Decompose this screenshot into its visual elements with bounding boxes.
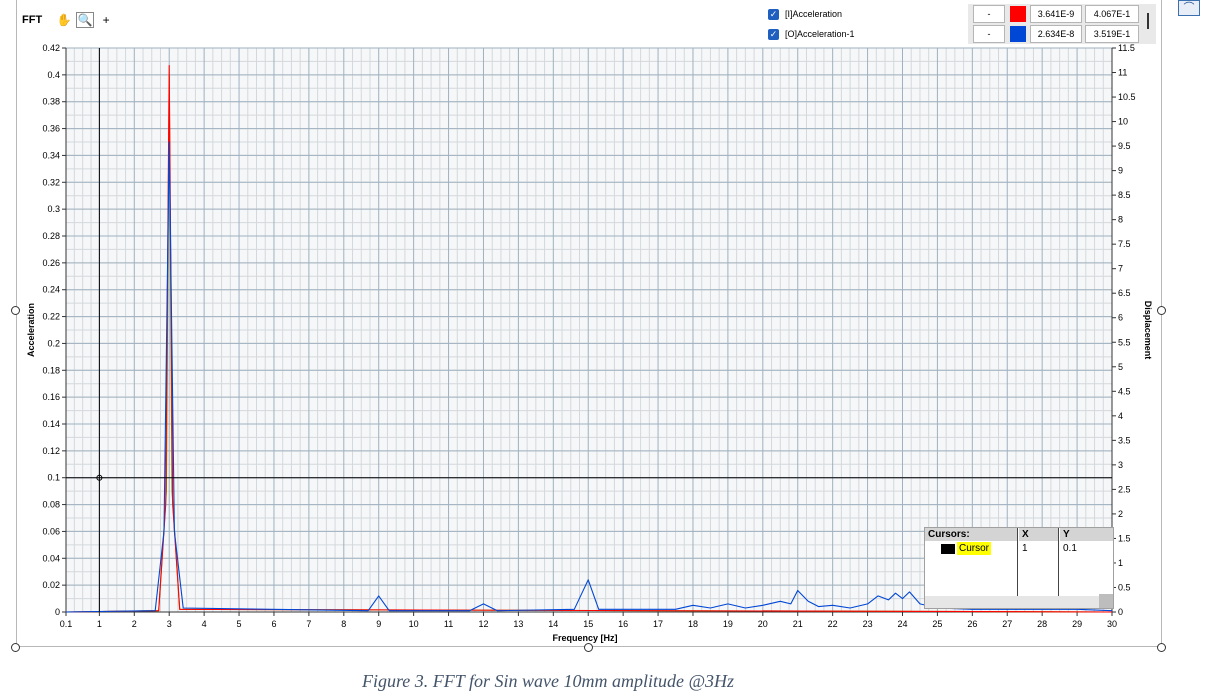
x-tick-label: 1 bbox=[97, 619, 102, 629]
x-tick-label: 11 bbox=[444, 619, 453, 629]
y-tick-label: 0.24 bbox=[42, 285, 60, 295]
y2-tick-label: 9.5 bbox=[1118, 141, 1131, 151]
y2-tick-label: 11 bbox=[1118, 68, 1127, 78]
y-tick-label: 0.1 bbox=[47, 473, 60, 483]
x-tick-label: 27 bbox=[1002, 619, 1012, 629]
x-tick-label: 17 bbox=[653, 619, 663, 629]
y-tick-label: 0.38 bbox=[42, 97, 60, 107]
y2-tick-label: 2 bbox=[1118, 509, 1123, 519]
y2-axis-label: Displacement bbox=[1143, 301, 1153, 360]
y-tick-label: 0.12 bbox=[42, 446, 60, 456]
y-tick-label: 0.26 bbox=[42, 258, 60, 268]
cursor-y-value: 0.1 bbox=[1063, 543, 1077, 554]
y-tick-label: 0.06 bbox=[42, 526, 60, 536]
x-tick-label: 14 bbox=[548, 619, 558, 629]
y2-tick-label: 5 bbox=[1118, 362, 1123, 372]
x-tick-label: 28 bbox=[1037, 619, 1047, 629]
cursor-color-swatch bbox=[941, 544, 955, 554]
x-tick-label: 18 bbox=[688, 619, 698, 629]
x-tick-label: 19 bbox=[723, 619, 733, 629]
cursor-table-scroll-area bbox=[925, 596, 1113, 608]
cursor-header-x: X bbox=[1019, 528, 1058, 541]
y2-tick-label: 4 bbox=[1118, 411, 1123, 421]
y-tick-label: 0 bbox=[55, 607, 60, 617]
y-tick-label: 0.32 bbox=[42, 177, 60, 187]
x-tick-label: 9 bbox=[376, 619, 381, 629]
y-tick-label: 0.18 bbox=[42, 365, 60, 375]
x-tick-label: 21 bbox=[793, 619, 803, 629]
y-tick-label: 0.22 bbox=[42, 312, 60, 322]
column-separator bbox=[1058, 528, 1059, 596]
x-tick-label: 8 bbox=[341, 619, 346, 629]
y-tick-label: 0.28 bbox=[42, 231, 60, 241]
y2-tick-label: 1.5 bbox=[1118, 533, 1131, 543]
x-tick-label: 2 bbox=[132, 619, 137, 629]
cursor-header-name: Cursors: bbox=[925, 528, 1017, 541]
y2-tick-label: 1 bbox=[1118, 558, 1123, 568]
x-tick-label: 10 bbox=[409, 619, 419, 629]
cursor-table-scrollbar[interactable] bbox=[1099, 594, 1113, 608]
cursor-header-y: Y bbox=[1060, 528, 1113, 541]
y2-tick-label: 7.5 bbox=[1118, 239, 1131, 249]
y-tick-label: 0.14 bbox=[42, 419, 60, 429]
x-tick-label: 3 bbox=[167, 619, 172, 629]
y-tick-label: 0.08 bbox=[42, 500, 60, 510]
x-tick-label: 0.1 bbox=[60, 619, 73, 629]
x-tick-label: 20 bbox=[758, 619, 768, 629]
y2-tick-label: 4.5 bbox=[1118, 386, 1131, 396]
y2-tick-label: 6 bbox=[1118, 313, 1123, 323]
x-tick-label: 30 bbox=[1107, 619, 1117, 629]
y2-tick-label: 7 bbox=[1118, 264, 1123, 274]
y-axis-label: Acceleration bbox=[26, 303, 36, 357]
y-tick-label: 0.42 bbox=[42, 43, 60, 53]
y2-tick-label: 11.5 bbox=[1118, 43, 1135, 53]
x-tick-label: 13 bbox=[513, 619, 523, 629]
y-tick-label: 0.4 bbox=[47, 70, 60, 80]
x-tick-label: 25 bbox=[932, 619, 942, 629]
y2-tick-label: 0.5 bbox=[1118, 582, 1131, 592]
y2-tick-label: 2.5 bbox=[1118, 484, 1131, 494]
y2-tick-label: 0 bbox=[1118, 607, 1123, 617]
y-tick-label: 0.3 bbox=[47, 204, 60, 214]
cursor-table: Cursors: X Y Cursor 1 0.1 bbox=[924, 527, 1114, 609]
y-tick-label: 0.04 bbox=[42, 553, 60, 563]
cursor-name[interactable]: Cursor bbox=[957, 542, 992, 555]
x-tick-label: 12 bbox=[478, 619, 488, 629]
x-tick-label: 24 bbox=[897, 619, 907, 629]
x-tick-label: 29 bbox=[1072, 619, 1082, 629]
y-tick-label: 0.02 bbox=[42, 580, 60, 590]
y2-tick-label: 8 bbox=[1118, 215, 1123, 225]
y-tick-label: 0.34 bbox=[42, 150, 60, 160]
cursor-x-value: 1 bbox=[1022, 543, 1028, 554]
column-separator bbox=[1017, 528, 1018, 596]
y-tick-label: 0.2 bbox=[47, 338, 60, 348]
figure-caption: Figure 3. FFT for Sin wave 10mm amplitud… bbox=[361, 671, 735, 691]
x-tick-label: 6 bbox=[271, 619, 276, 629]
x-tick-label: 4 bbox=[202, 619, 207, 629]
y2-tick-label: 6.5 bbox=[1118, 288, 1131, 298]
x-tick-label: 16 bbox=[618, 619, 628, 629]
x-tick-label: 15 bbox=[583, 619, 593, 629]
x-tick-label: 26 bbox=[967, 619, 977, 629]
y2-tick-label: 10 bbox=[1118, 117, 1128, 127]
y2-tick-label: 10.5 bbox=[1118, 92, 1136, 102]
y2-tick-label: 3.5 bbox=[1118, 435, 1131, 445]
x-tick-label: 5 bbox=[237, 619, 242, 629]
y-tick-label: 0.36 bbox=[42, 124, 60, 134]
y2-tick-label: 3 bbox=[1118, 460, 1123, 470]
y2-tick-label: 9 bbox=[1118, 166, 1123, 176]
y2-tick-label: 8.5 bbox=[1118, 190, 1131, 200]
x-tick-label: 7 bbox=[306, 619, 311, 629]
x-tick-label: 23 bbox=[863, 619, 873, 629]
x-axis-label: Frequency [Hz] bbox=[552, 633, 617, 643]
x-tick-label: 22 bbox=[828, 619, 838, 629]
y-tick-label: 0.16 bbox=[42, 392, 60, 402]
y2-tick-label: 5.5 bbox=[1118, 337, 1131, 347]
